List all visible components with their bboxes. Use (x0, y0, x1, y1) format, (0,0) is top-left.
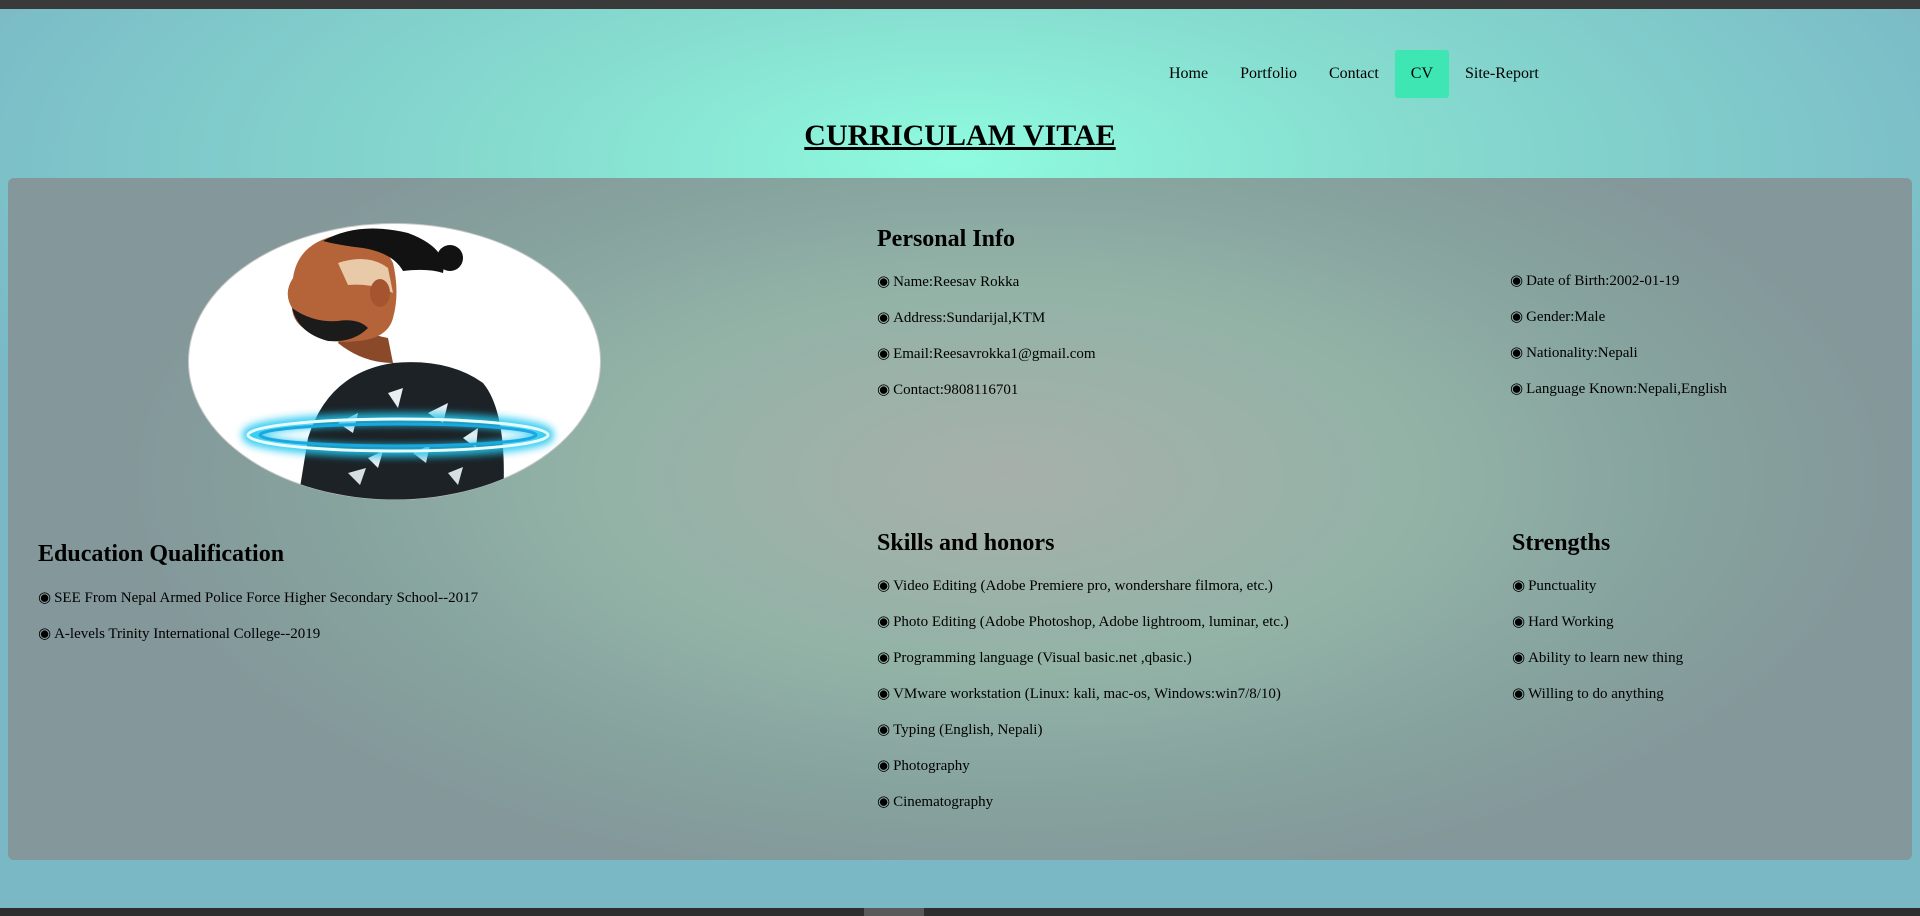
nav-cv-link[interactable]: CV (1394, 50, 1449, 98)
cv-panel: Education Qualification ◉ SEE From Nepal … (8, 178, 1912, 860)
radio-bullet-icon: ◉ (877, 614, 891, 630)
list-item: ◉ Punctuality (1512, 578, 1597, 594)
radio-bullet-icon: ◉ (877, 382, 891, 398)
horizontal-scrollbar[interactable] (0, 908, 1920, 916)
radio-bullet-icon: ◉ (1512, 650, 1526, 666)
list-item: ◉ Programming language (Visual basic.net … (877, 650, 1192, 666)
strengths-heading: Strengths (1512, 530, 1611, 556)
radio-bullet-icon: ◉ (1512, 614, 1526, 630)
education-heading: Education Qualification (38, 541, 285, 567)
radio-bullet-icon: ◉ (1510, 309, 1524, 325)
page-title: CURRICULAM VITAE (804, 119, 1116, 152)
list-item: ◉ Language Known:Nepali,English (1510, 381, 1727, 397)
list-item: ◉ Email:Reesavrokka1@gmail.com (877, 346, 1096, 362)
radio-bullet-icon: ◉ (877, 722, 891, 738)
radio-bullet-icon: ◉ (1512, 686, 1526, 702)
list-item: ◉ Address:Sundarijal,KTM (877, 310, 1046, 326)
radio-bullet-icon: ◉ (877, 346, 891, 362)
radio-bullet-icon: ◉ (1510, 381, 1524, 397)
personal-info-list-right: ◉ Date of Birth:2002-01-19 ◉ Gender:Male ◉… (1510, 271, 1727, 415)
list-item: ◉ Cinematography (877, 794, 994, 810)
nav-home-link[interactable]: Home (1153, 50, 1224, 98)
list-item: ◉ Name:Reesav Rokka (877, 274, 1020, 290)
radio-bullet-icon: ◉ (877, 686, 891, 702)
radio-bullet-icon: ◉ (877, 578, 891, 594)
personal-info-list: ◉ Name:Reesav Rokka ◉ Address:Sundarijal,K… (877, 272, 1096, 416)
list-item: ◉ Gender:Male (1510, 309, 1606, 325)
profile-photo (188, 223, 601, 500)
list-item: ◉ VMware workstation (Linux: kali, mac-os… (877, 686, 1281, 702)
radio-bullet-icon: ◉ (38, 590, 52, 606)
list-item: ◉ SEE From Nepal Armed Police Force Highe… (38, 590, 479, 606)
radio-bullet-icon: ◉ (877, 794, 891, 810)
strengths-list: ◉ Punctuality ◉ Hard Working ◉ Ability to l… (1512, 576, 1683, 720)
main-nav: Home Portfolio Contact CV Site-Report (1153, 50, 1555, 98)
list-item: ◉ Contact:9808116701 (877, 382, 1019, 398)
list-item: ◉ Photography (877, 758, 970, 774)
radio-bullet-icon: ◉ (877, 650, 891, 666)
nav-site-report-link[interactable]: Site-Report (1449, 50, 1555, 98)
list-item: ◉ Ability to learn new thing (1512, 650, 1684, 666)
list-item: ◉ Nationality:Nepali (1510, 345, 1638, 361)
education-list: ◉ SEE From Nepal Armed Police Force Highe… (38, 588, 478, 660)
list-item: ◉ A-levels Trinity International College-… (38, 626, 321, 642)
skills-heading: Skills and honors (877, 530, 1055, 556)
radio-bullet-icon: ◉ (38, 626, 52, 642)
scrollbar-thumb[interactable] (864, 908, 924, 916)
radio-bullet-icon: ◉ (1510, 345, 1524, 361)
list-item: ◉ Willing to do anything (1512, 686, 1664, 702)
list-item: ◉ Typing (English, Nepali) (877, 722, 1043, 738)
browser-top-bar (0, 0, 1920, 9)
radio-bullet-icon: ◉ (877, 310, 891, 326)
nav-contact-link[interactable]: Contact (1313, 50, 1395, 98)
personal-info-heading: Personal Info (877, 226, 1015, 252)
radio-bullet-icon: ◉ (1512, 578, 1526, 594)
skills-list: ◉ Video Editing (Adobe Premiere pro, wond… (877, 576, 1289, 828)
nav-portfolio-link[interactable]: Portfolio (1224, 50, 1313, 98)
list-item: ◉ Photo Editing (Adobe Photoshop, Adobe l… (877, 614, 1289, 630)
list-item: ◉ Date of Birth:2002-01-19 (1510, 273, 1680, 289)
list-item: ◉ Video Editing (Adobe Premiere pro, wond… (877, 578, 1273, 594)
radio-bullet-icon: ◉ (877, 758, 891, 774)
radio-bullet-icon: ◉ (1510, 273, 1524, 289)
radio-bullet-icon: ◉ (877, 274, 891, 290)
list-item: ◉ Hard Working (1512, 614, 1614, 630)
